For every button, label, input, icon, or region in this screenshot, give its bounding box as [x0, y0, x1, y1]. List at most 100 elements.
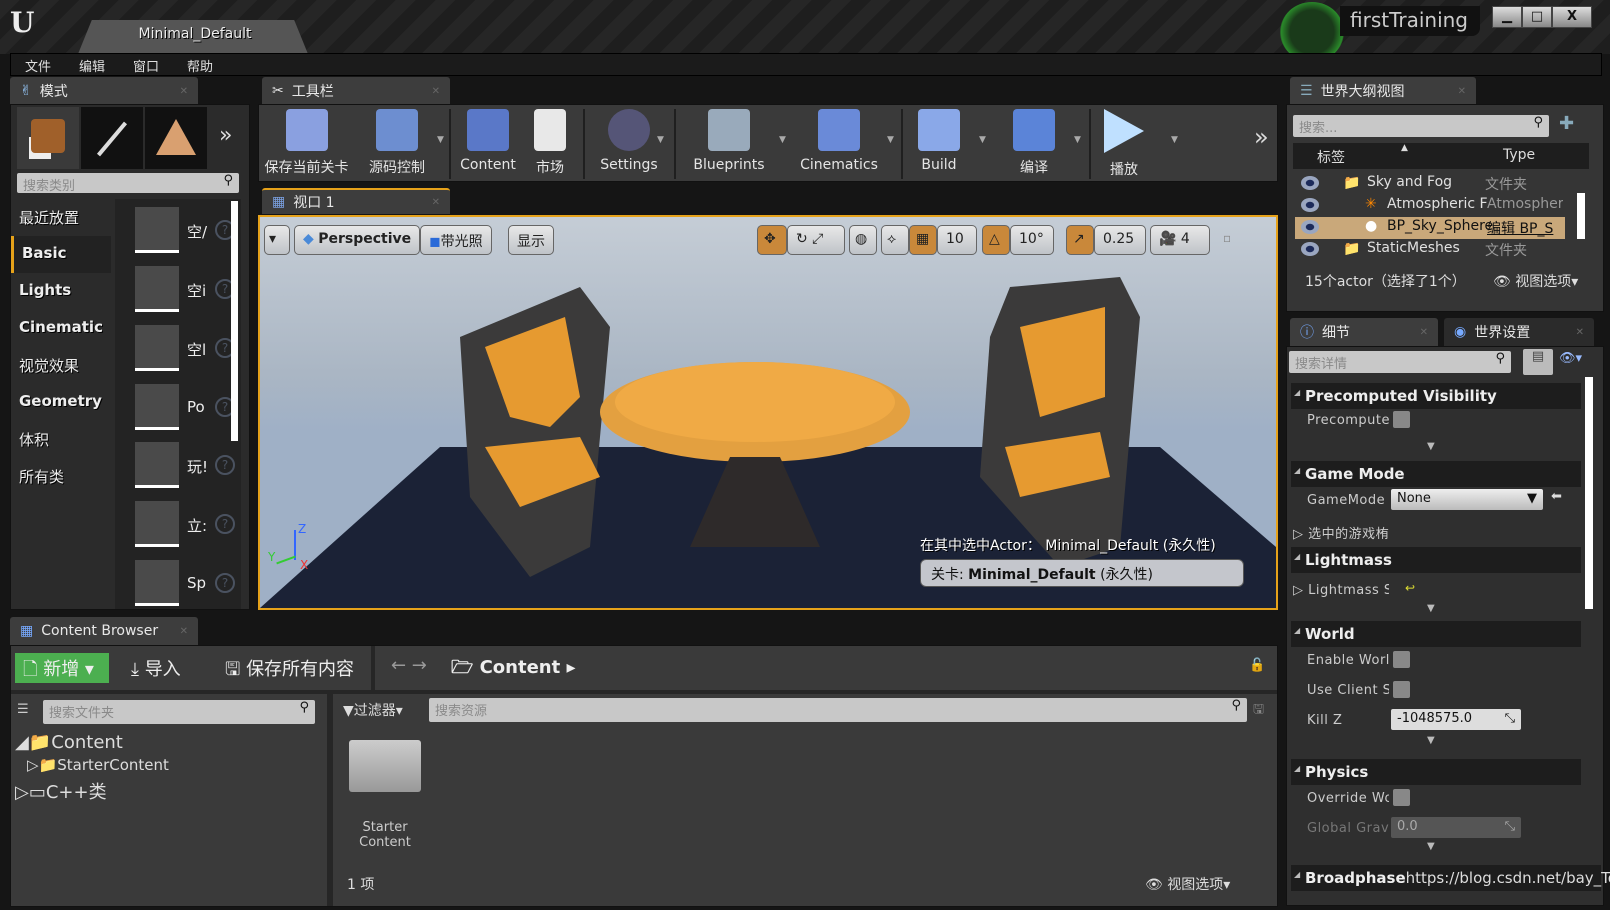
category-all-classes[interactable]: 所有类: [11, 458, 111, 495]
show-button[interactable]: 显示: [508, 225, 554, 255]
cinematics-button[interactable]: Cinematics: [789, 105, 889, 183]
section-lightmass[interactable]: Lightmass: [1291, 547, 1581, 573]
place-item-cube[interactable]: 立:?: [135, 501, 245, 551]
source-control-button[interactable]: 源码控制: [357, 105, 437, 183]
override-world-gravity-checkbox[interactable]: [1393, 789, 1410, 806]
section-world[interactable]: World: [1291, 621, 1581, 647]
perspective-button[interactable]: ◆ Perspective: [294, 225, 421, 255]
close-tab-icon[interactable]: ✕: [180, 626, 188, 637]
menu-edit[interactable]: 编辑: [65, 54, 119, 75]
camera-speed-button[interactable]: 🎥 4: [1150, 225, 1210, 255]
more-modes-icon[interactable]: »: [219, 123, 232, 148]
category-geometry[interactable]: Geometry: [11, 384, 111, 421]
global-gravity-input[interactable]: 0.0 ⤡: [1391, 817, 1521, 838]
column-label[interactable]: 标签: [1317, 147, 1345, 167]
precompute-checkbox[interactable]: [1393, 411, 1410, 428]
category-visual-effects[interactable]: 视觉效果: [11, 347, 111, 384]
tab-content-browser[interactable]: ▦ Content Browser ✕: [10, 617, 198, 645]
tab-world-settings[interactable]: ◉ 世界设置 ✕: [1444, 318, 1594, 346]
scrollbar[interactable]: [231, 201, 238, 441]
enable-world-checkbox[interactable]: [1393, 651, 1410, 668]
import-button[interactable]: ⤓ 导入: [123, 653, 189, 683]
surface-snap-icon[interactable]: ⟡: [881, 225, 909, 255]
category-basic[interactable]: Basic: [11, 236, 111, 273]
tab-details[interactable]: ⓘ 细节 ✕: [1290, 318, 1438, 346]
asset-tile-starter-content[interactable]: Starter Content: [345, 740, 425, 850]
content-button[interactable]: Content: [453, 105, 523, 183]
filter-button[interactable]: ▼过滤器▾: [343, 700, 403, 720]
close-tab-icon[interactable]: ✕: [432, 86, 440, 97]
category-recent[interactable]: 最近放置: [11, 199, 111, 236]
visibility-eye-icon[interactable]: [1301, 176, 1319, 190]
maximize-button[interactable]: □: [1522, 6, 1552, 28]
scrollbar[interactable]: [1585, 377, 1593, 609]
landscape-mode-icon[interactable]: [145, 107, 207, 169]
level-tab[interactable]: Minimal_Default: [78, 20, 308, 54]
tab-world-outliner[interactable]: ☰ 世界大纲视图 ✕: [1290, 77, 1476, 105]
play-button[interactable]: 播放: [1094, 105, 1154, 183]
visibility-filter-icon[interactable]: 👁▾: [1559, 351, 1582, 366]
help-icon[interactable]: ?: [215, 455, 235, 475]
menu-window[interactable]: 窗口: [119, 54, 173, 75]
view-options-button[interactable]: 👁 视图选项▾: [1493, 271, 1578, 291]
close-tab-icon[interactable]: ✕: [180, 86, 188, 97]
category-search-input[interactable]: 搜索类别 ⚲: [17, 173, 239, 194]
expand-advanced-icon[interactable]: ▼: [1427, 735, 1435, 746]
menu-file[interactable]: 文件: [11, 54, 65, 75]
expand-advanced-icon[interactable]: ▼: [1427, 441, 1435, 452]
folder-search-input[interactable]: 搜索文件夹 ⚲: [43, 700, 315, 724]
maximize-viewport-icon[interactable]: ▫: [1223, 231, 1231, 245]
outliner-row[interactable]: ✳ Atmospheric F Atmospher: [1295, 195, 1585, 217]
tab-modes[interactable]: ✌ 模式 ✕: [10, 77, 198, 105]
marketplace-button[interactable]: 市场: [525, 105, 575, 183]
level-viewport[interactable]: ▾ ◆ Perspective ◼带光照 显示 ✥ ↻ ⤢ ◍ ⟡ ▦ 10 △…: [258, 215, 1278, 610]
details-search-input[interactable]: 搜索详情 ⚲: [1289, 351, 1511, 373]
help-icon[interactable]: ?: [215, 514, 235, 534]
translate-mode-icon[interactable]: ✥: [757, 225, 787, 255]
add-new-button[interactable]: 🗋 新增 ▾: [15, 653, 109, 683]
lit-mode-button[interactable]: ◼带光照: [420, 225, 492, 255]
tab-toolbar[interactable]: ✂ 工具栏 ✕: [262, 77, 450, 105]
outliner-row[interactable]: 📁 Sky and Fog 文件夹: [1295, 173, 1585, 195]
close-button[interactable]: X: [1552, 6, 1592, 28]
property-matrix-icon[interactable]: ▤: [1523, 349, 1553, 375]
reset-to-default-icon[interactable]: ↩: [1405, 581, 1415, 595]
visibility-eye-icon[interactable]: [1301, 198, 1319, 212]
tree-item-starter-content[interactable]: ▷📁StarterContent: [27, 756, 169, 774]
gamemode-select[interactable]: None ▼: [1391, 489, 1543, 510]
save-all-button[interactable]: 🖫 保存所有内容: [217, 653, 362, 683]
outliner-row[interactable]: 📁 StaticMeshes 文件夹: [1295, 239, 1585, 261]
place-item-empty-pawn[interactable]: 空l?: [135, 325, 245, 375]
path-breadcrumb[interactable]: 🗁 Content ▸: [443, 653, 584, 683]
tree-item-content[interactable]: ◢📁Content: [15, 732, 123, 753]
lightmass-settings-group[interactable]: ▷ Lightmass S: [1293, 583, 1389, 598]
rotation-snap-value[interactable]: 10°: [1010, 225, 1054, 255]
menu-help[interactable]: 帮助: [173, 54, 227, 75]
grid-snap-value[interactable]: 10: [937, 225, 977, 255]
category-volumes[interactable]: 体积: [11, 421, 111, 458]
grid-snap-icon[interactable]: ▦: [909, 225, 937, 255]
place-mode-icon[interactable]: [17, 107, 79, 169]
save-level-button[interactable]: 保存当前关卡: [259, 105, 354, 183]
place-item-point-light[interactable]: Po?: [135, 384, 245, 434]
history-back-forward-icons[interactable]: ← →: [383, 653, 435, 683]
blueprints-button[interactable]: Blueprints: [679, 105, 779, 183]
place-item-player-start[interactable]: 玩!?: [135, 442, 245, 492]
scrollbar[interactable]: [1577, 193, 1585, 239]
paint-mode-icon[interactable]: [81, 107, 143, 169]
compile-button[interactable]: 编译: [994, 105, 1074, 183]
section-broadphase[interactable]: Broadphasehttps://blog.csdn.net/bay_Tong: [1291, 865, 1610, 891]
outliner-row-selected[interactable]: ● BP_Sky_Sphere 编辑 BP_S: [1295, 217, 1565, 239]
column-type[interactable]: Type: [1503, 147, 1535, 163]
outliner-search-input[interactable]: 搜索... ⚲: [1293, 115, 1549, 137]
section-precomputed-visibility[interactable]: Precomputed Visibility: [1291, 383, 1581, 409]
view-options-button[interactable]: 👁 视图选项▾: [1145, 874, 1230, 894]
world-local-icon[interactable]: ◍: [849, 225, 877, 255]
use-client-checkbox[interactable]: [1393, 681, 1410, 698]
section-game-mode[interactable]: Game Mode: [1291, 461, 1581, 487]
help-icon[interactable]: ?: [215, 573, 235, 593]
asset-search-input[interactable]: 搜索资源 ⚲: [429, 698, 1247, 722]
expand-advanced-icon[interactable]: ▼: [1427, 603, 1435, 614]
expand-advanced-icon[interactable]: ▼: [1427, 841, 1435, 852]
close-tab-icon[interactable]: ✕: [432, 197, 440, 208]
